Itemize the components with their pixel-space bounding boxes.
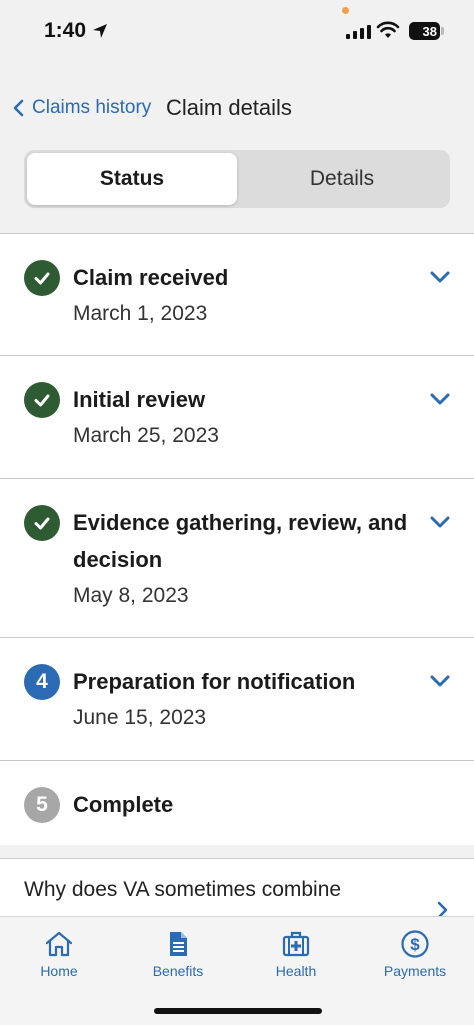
step-evidence-gathering[interactable]: Evidence gathering, review, and decision… (0, 479, 474, 638)
tab-details[interactable]: Details (237, 153, 447, 205)
cellular-signal-icon (346, 23, 371, 39)
back-button[interactable]: Claims history (12, 97, 151, 119)
step-date: June 15, 2023 (73, 706, 207, 729)
navigation-header: Claims history Claim details (0, 88, 474, 132)
step-number: 4 (36, 670, 48, 693)
step-number: 5 (36, 793, 48, 816)
step-title: Claim received (73, 265, 229, 290)
step-date: March 25, 2023 (73, 424, 219, 447)
checkmark-icon (24, 382, 60, 418)
tab-benefits-label: Benefits (152, 963, 204, 979)
tab-payments[interactable]: $ Payments (365, 929, 465, 979)
location-arrow-icon (93, 24, 108, 38)
step-date: May 8, 2023 (73, 584, 189, 607)
section-divider (0, 845, 474, 859)
home-indicator[interactable] (154, 1008, 322, 1014)
chevron-left-icon (13, 99, 24, 117)
step-preparation-for-notification[interactable]: 4 Preparation for notification June 15, … (0, 638, 474, 761)
faq-link-text: Why does VA sometimes combine (24, 878, 342, 901)
tab-payments-label: Payments (383, 963, 447, 979)
checkmark-icon (24, 505, 60, 541)
tab-home-label: Home (40, 963, 78, 979)
step-initial-review[interactable]: Initial review March 25, 2023 (0, 356, 474, 479)
step-title: Complete (73, 792, 174, 817)
tab-health[interactable]: Health (246, 929, 346, 979)
segmented-control: Status Details (24, 150, 450, 208)
clock: 1:40 (44, 19, 108, 43)
battery-icon: 38 (409, 22, 440, 40)
step-title: Initial review (73, 387, 206, 412)
step-claim-received[interactable]: Claim received March 1, 2023 (0, 234, 474, 356)
clock-time: 1:40 (44, 19, 87, 42)
battery-level: 38 (422, 23, 437, 39)
tab-home[interactable]: Home (9, 929, 109, 979)
dollar-icon: $ (401, 930, 429, 958)
status-bar: 1:40 38 (0, 0, 474, 62)
step-title: Preparation for notification (73, 669, 356, 694)
medical-kit-icon (282, 931, 310, 957)
wifi-icon (376, 21, 400, 38)
claim-status-list: Claim received March 1, 2023 Initial rev… (0, 233, 474, 846)
svg-text:$: $ (410, 935, 420, 954)
step-complete: 5 Complete (0, 761, 474, 846)
chevron-down-icon (430, 516, 450, 528)
tab-status[interactable]: Status (27, 153, 237, 205)
privacy-indicator-dot (342, 7, 349, 14)
faq-link[interactable]: Why does VA sometimes combine (0, 859, 474, 919)
checkmark-icon (24, 260, 60, 296)
step-number-badge: 5 (24, 787, 60, 823)
home-icon (45, 931, 73, 957)
page-title: Claim details (166, 95, 292, 120)
step-title: Evidence gathering, review, and decision (73, 510, 408, 572)
chevron-down-icon (430, 675, 450, 687)
step-date: March 1, 2023 (73, 302, 208, 325)
segment-container: Status Details (0, 146, 474, 234)
step-number-badge: 4 (24, 664, 60, 700)
tab-health-label: Health (275, 963, 317, 979)
document-icon (170, 932, 187, 956)
chevron-down-icon (430, 271, 450, 283)
back-button-label: Claims history (32, 97, 152, 118)
tab-benefits[interactable]: Benefits (128, 929, 228, 979)
chevron-down-icon (430, 393, 450, 405)
battery-cap (441, 27, 444, 35)
